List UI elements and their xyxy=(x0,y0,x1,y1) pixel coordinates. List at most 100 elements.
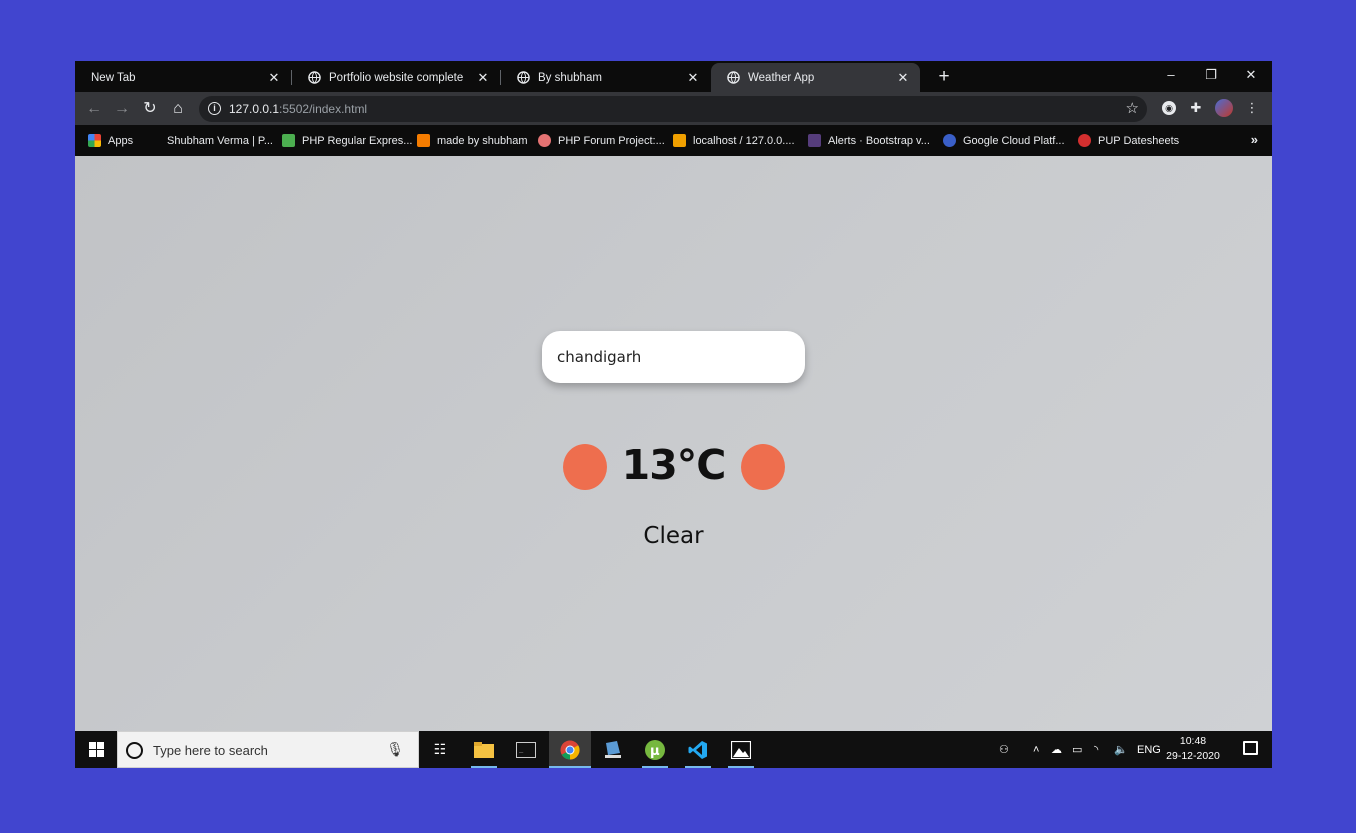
bookmark-label: PUP Datesheets xyxy=(1098,134,1180,147)
weather-app-page: 13°C Clear xyxy=(75,156,1272,731)
url-text[interactable]: 127.0.0.1:5502/index.html xyxy=(229,102,367,116)
bookmark-item[interactable]: localhost / 127.0.0.... xyxy=(673,125,795,156)
vscode-icon[interactable] xyxy=(677,731,719,768)
microphone-icon[interactable]: 🎙 xyxy=(386,741,404,758)
people-icon[interactable]: ⚇ xyxy=(999,731,1009,768)
volume-icon[interactable]: 🔈 xyxy=(1114,731,1128,768)
bookmark-label: Shubham Verma | P... xyxy=(167,134,273,147)
start-button[interactable] xyxy=(75,731,117,768)
forum-icon xyxy=(538,134,551,147)
close-icon[interactable]: ✕ xyxy=(267,70,281,86)
tab-new-tab[interactable]: New Tab ✕ xyxy=(75,63,291,92)
onedrive-cloud-icon[interactable]: ☁ xyxy=(1051,731,1062,768)
bookmark-item[interactable]: Google Cloud Platf... xyxy=(943,125,1065,156)
globe-icon xyxy=(727,71,740,84)
clock-date: 29-12-2020 xyxy=(1166,750,1220,762)
browser-toolbar: ← → ↻ ⌂ i 127.0.0.1:5502/index.html ☆ ◉ … xyxy=(75,92,1272,125)
tab-portfolio[interactable]: Portfolio website complete ✕ xyxy=(292,63,500,92)
weather-condition: Clear xyxy=(643,523,704,549)
tab-title: Portfolio website complete xyxy=(329,71,464,84)
home-icon[interactable]: ⌂ xyxy=(166,97,190,121)
bookmark-label: PHP Regular Expres... xyxy=(302,134,413,147)
windows-taskbar: Type here to search 🎙 ☷ _ µ ⚇ ˄ ☁ ▭ ◝ 🔈 … xyxy=(75,731,1272,768)
bookmark-item[interactable]: made by shubham xyxy=(417,125,528,156)
bookmark-label: localhost / 127.0.0.... xyxy=(693,134,795,147)
clock-time: 10:48 xyxy=(1179,735,1207,747)
info-icon[interactable]: i xyxy=(208,102,221,115)
globe-icon xyxy=(308,71,321,84)
profile-avatar[interactable] xyxy=(1215,99,1233,117)
close-icon[interactable]: ✕ xyxy=(476,70,490,86)
bookmarks-bar: Apps Shubham Verma | P... PHP Regular Ex… xyxy=(75,125,1272,156)
photos-icon[interactable] xyxy=(720,731,762,768)
bookmark-star-icon[interactable]: ☆ xyxy=(1126,99,1139,117)
cortana-icon xyxy=(126,742,143,759)
restore-button[interactable]: ❐ xyxy=(1191,61,1231,89)
bookmark-label: made by shubham xyxy=(437,134,528,147)
apps-grid-icon xyxy=(88,134,101,147)
utorrent-icon[interactable]: µ xyxy=(634,731,676,768)
tab-title: New Tab xyxy=(91,71,136,84)
phpmyadmin-icon xyxy=(673,134,686,147)
file-explorer-icon[interactable] xyxy=(463,731,505,768)
show-hidden-icons-chevron-icon[interactable]: ˄ xyxy=(1033,731,1039,768)
city-search-input[interactable] xyxy=(542,331,805,383)
tab-by-shubham[interactable]: By shubham ✕ xyxy=(501,63,710,92)
system-clock[interactable]: 10:48 29-12-2020 xyxy=(1158,734,1228,764)
windows-logo-icon xyxy=(89,742,104,757)
menu-kebab-icon[interactable]: ⋮ xyxy=(1243,99,1261,117)
taskbar-search-box[interactable]: Type here to search 🎙 xyxy=(117,731,419,768)
app-icon[interactable] xyxy=(592,731,634,768)
browser-window: New Tab ✕ Portfolio website complete ✕ B… xyxy=(75,61,1272,768)
forward-icon[interactable]: → xyxy=(110,97,134,121)
bookmark-item[interactable]: PHP Forum Project:... xyxy=(538,125,665,156)
right-decorative-dot xyxy=(741,444,785,490)
url-host: 127.0.0.1 xyxy=(229,102,280,116)
running-indicator xyxy=(642,766,668,768)
bookmark-label: Alerts · Bootstrap v... xyxy=(828,134,930,147)
close-icon[interactable]: ✕ xyxy=(686,70,700,86)
task-view-icon[interactable]: ☷ xyxy=(419,731,461,768)
window-close-button[interactable]: ✕ xyxy=(1231,61,1271,89)
action-center-icon[interactable] xyxy=(1243,741,1258,755)
back-icon[interactable]: ← xyxy=(82,97,106,121)
bootstrap-icon xyxy=(808,134,821,147)
address-bar[interactable]: i 127.0.0.1:5502/index.html ☆ xyxy=(199,96,1147,122)
svg-text:µ: µ xyxy=(650,744,660,759)
extensions-puzzle-icon[interactable]: ✚ xyxy=(1187,99,1205,117)
running-indicator xyxy=(685,766,711,768)
running-indicator xyxy=(471,766,497,768)
temperature-value: 13°C xyxy=(621,441,727,489)
extension-icon[interactable]: ◉ xyxy=(1162,101,1176,115)
search-placeholder: Type here to search xyxy=(153,743,268,758)
bookmark-apps[interactable]: Apps xyxy=(88,125,133,156)
reload-icon[interactable]: ↻ xyxy=(138,97,162,121)
tab-title: By shubham xyxy=(538,71,602,84)
bookmark-label: PHP Forum Project:... xyxy=(558,134,665,147)
bookmark-label: Apps xyxy=(108,134,134,147)
google-cloud-icon xyxy=(943,134,956,147)
running-indicator xyxy=(728,766,754,768)
chrome-icon[interactable] xyxy=(549,731,591,768)
bookmark-item[interactable]: Alerts · Bootstrap v... xyxy=(808,125,930,156)
tab-title: Weather App xyxy=(748,71,815,84)
site-icon xyxy=(417,134,430,147)
running-indicator xyxy=(549,766,591,768)
bookmark-item[interactable]: PUP Datesheets xyxy=(1078,125,1179,156)
bookmark-item[interactable]: Shubham Verma | P... xyxy=(167,125,273,156)
globe-icon xyxy=(517,71,530,84)
tab-weather-app[interactable]: Weather App ✕ xyxy=(711,63,920,92)
url-path: :5502/index.html xyxy=(279,102,368,116)
bookmarks-overflow-icon[interactable]: » xyxy=(1251,132,1258,147)
wifi-icon[interactable]: ◝ xyxy=(1094,731,1098,768)
battery-icon[interactable]: ▭ xyxy=(1072,731,1082,768)
bookmark-label: Google Cloud Platf... xyxy=(963,134,1065,147)
new-tab-button[interactable]: + xyxy=(932,65,956,89)
left-decorative-dot xyxy=(563,444,607,490)
pup-icon xyxy=(1078,134,1091,147)
terminal-icon[interactable]: _ xyxy=(505,731,547,768)
tab-strip: New Tab ✕ Portfolio website complete ✕ B… xyxy=(75,61,1272,92)
minimize-button[interactable]: – xyxy=(1151,61,1191,89)
close-icon[interactable]: ✕ xyxy=(896,70,910,86)
bookmark-item[interactable]: PHP Regular Expres... xyxy=(282,125,412,156)
